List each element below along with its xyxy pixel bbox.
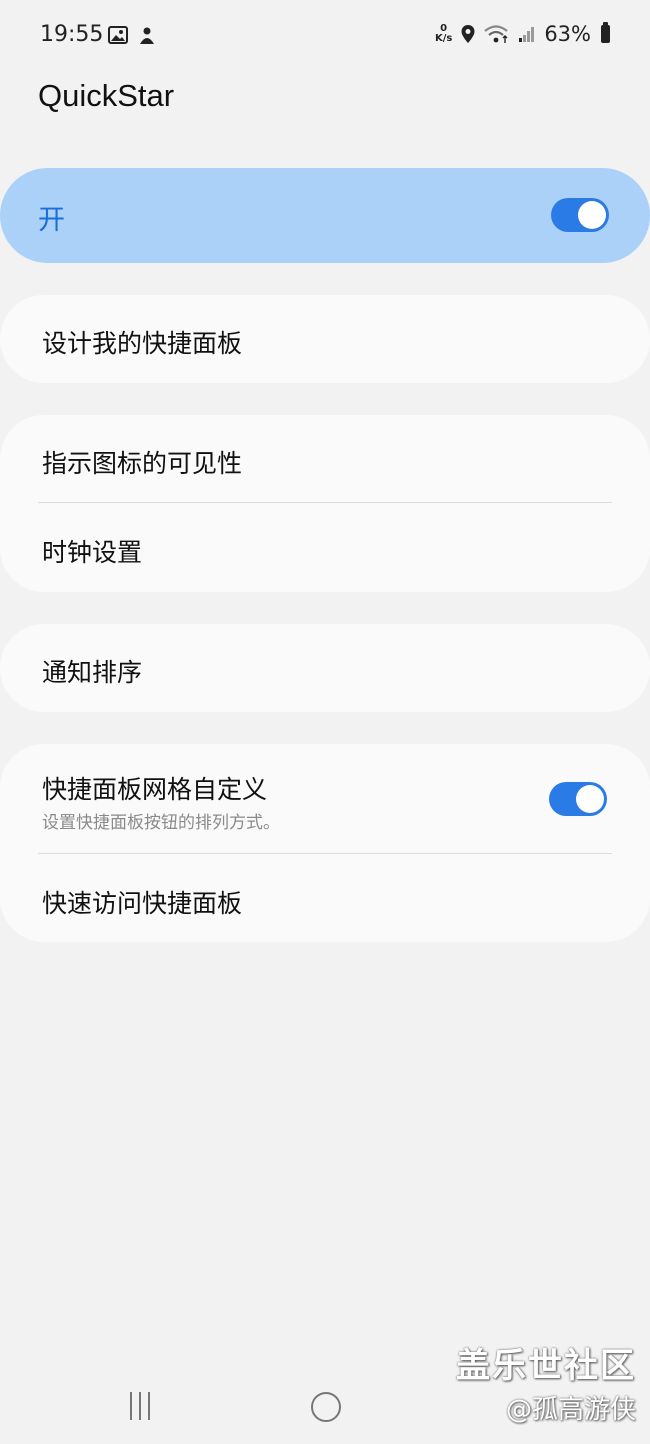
grid-custom-toggle[interactable] — [549, 782, 607, 816]
navigation-bar — [0, 1370, 650, 1444]
status-left-icons — [108, 26, 156, 46]
toggle-knob — [576, 785, 604, 813]
grid-custom-item[interactable]: 快捷面板网格自定义 — [42, 770, 267, 806]
divider — [38, 853, 612, 854]
quick-access-item[interactable]: 快速访问快捷面板 — [42, 884, 242, 920]
signal-icon — [519, 27, 535, 42]
notification-order-item[interactable]: 通知排序 — [42, 653, 142, 689]
status-bar: 19:55 0 K/s 63% — [0, 0, 650, 76]
status-right: 0 K/s 63% — [435, 22, 610, 46]
page-title: QuickStar — [38, 78, 175, 113]
image-icon — [108, 26, 128, 44]
location-icon — [461, 25, 475, 43]
recents-icon[interactable] — [130, 1392, 150, 1420]
home-icon[interactable] — [311, 1392, 341, 1422]
toggle-knob — [578, 201, 606, 229]
status-time: 19:55 — [40, 22, 104, 47]
grid-custom-subtext: 设置快捷面板按钮的排列方式。 — [42, 813, 280, 833]
wifi-icon — [484, 25, 509, 43]
master-switch-toggle[interactable] — [551, 198, 609, 232]
network-speed: 0 K/s — [435, 24, 452, 44]
notification-app-icon — [140, 27, 154, 44]
master-switch-label: 开 — [38, 205, 65, 236]
design-panel-item[interactable]: 设计我的快捷面板 — [42, 324, 242, 360]
battery-percent: 63% — [544, 22, 591, 46]
speed-unit: K/s — [434, 33, 453, 44]
divider — [38, 502, 612, 503]
battery-icon — [601, 22, 610, 43]
indicator-icons-item[interactable]: 指示图标的可见性 — [42, 444, 242, 480]
clock-settings-item[interactable]: 时钟设置 — [42, 533, 142, 569]
